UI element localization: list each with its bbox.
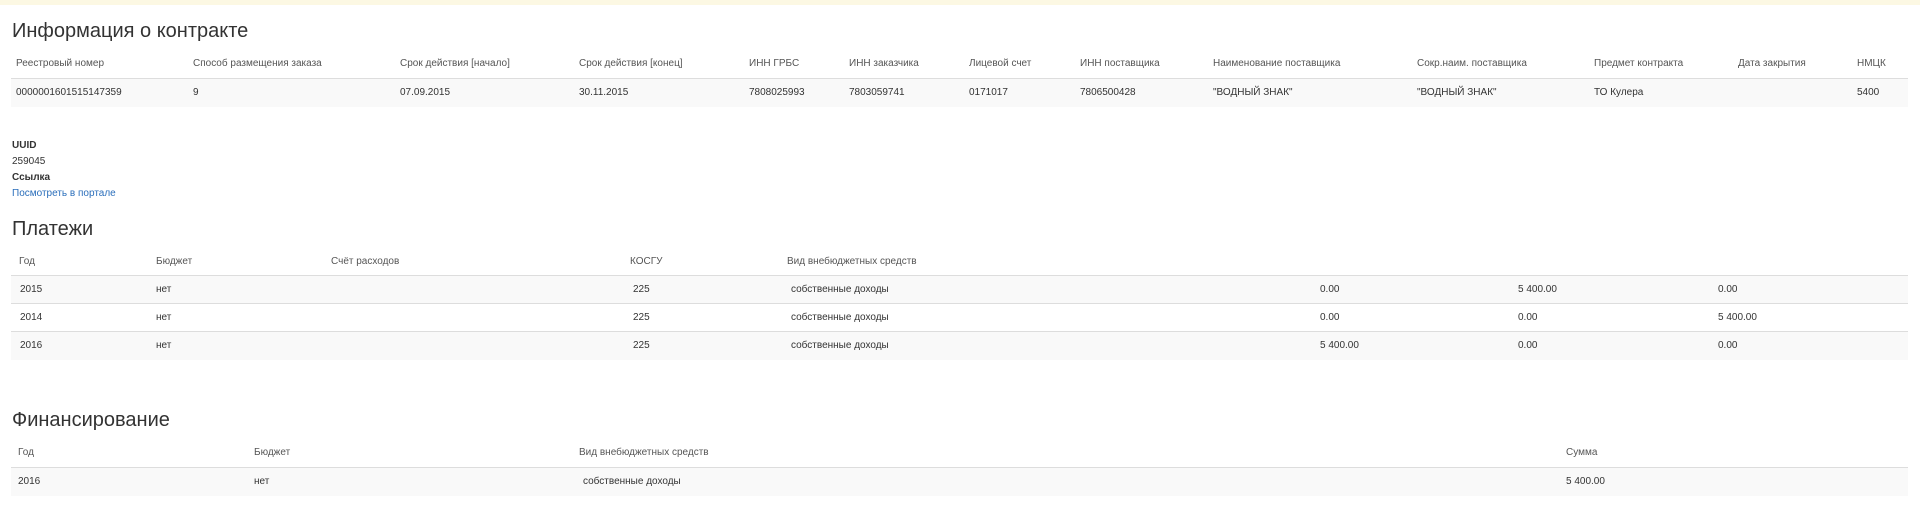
- pay-budget: нет: [156, 340, 172, 351]
- pay-amount-2: 0.00: [1518, 312, 1538, 323]
- supplier-short: "ВОДНЫЙ ЗНАК": [1417, 87, 1497, 98]
- col-expense-account: Счёт расходов: [331, 256, 400, 267]
- pay-amount-2: 0.00: [1518, 340, 1538, 351]
- start-date: 07.09.2015: [400, 87, 451, 98]
- col-kosgu: КОСГУ: [630, 256, 663, 267]
- pay-amount-1: 5 400.00: [1320, 340, 1359, 351]
- col-inn-grbs: ИНН ГРБС: [749, 58, 800, 69]
- pay-budget: нет: [156, 312, 172, 323]
- pay-year: 2015: [20, 284, 43, 295]
- col-year: Год: [18, 447, 34, 458]
- portal-link[interactable]: Посмотреть в портале: [12, 188, 116, 199]
- col-sum: Сумма: [1566, 447, 1598, 458]
- payments-table-header: Год Бюджет Счёт расходов КОСГУ Вид внебю…: [11, 248, 1908, 276]
- pay-amount-3: 0.00: [1718, 340, 1738, 351]
- end-date: 30.11.2015: [579, 87, 629, 98]
- col-subject: Предмет контракта: [1594, 58, 1684, 69]
- pay-amount-3: 0.00: [1718, 284, 1738, 295]
- col-close-date: Дата закрытия: [1738, 58, 1806, 69]
- subject: ТО Кулера: [1594, 87, 1644, 98]
- pay-amount-3: 5 400.00: [1718, 312, 1757, 323]
- supplier-name: "ВОДНЫЙ ЗНАК": [1213, 87, 1293, 98]
- table-row: 2016 нет 225 собственные доходы 5 400.00…: [11, 331, 1908, 360]
- col-inn-customer: ИНН заказчика: [849, 58, 919, 69]
- nmck: 5400: [1857, 87, 1880, 98]
- contract-table-header: Реестровый номер Способ размещения заказ…: [11, 50, 1908, 78]
- col-end-date: Срок действия [конец]: [579, 58, 683, 69]
- inn-supplier: 7806500428: [1080, 87, 1136, 98]
- pay-offbudget-type: собственные доходы: [791, 312, 889, 323]
- col-budget: Бюджет: [254, 447, 291, 458]
- pay-kosgu: 225: [633, 340, 650, 351]
- col-supplier-short: Сокр.наим. поставщика: [1417, 58, 1527, 69]
- pay-offbudget-type: собственные доходы: [791, 340, 889, 351]
- pay-offbudget-type: собственные доходы: [791, 284, 889, 295]
- pay-amount-1: 0.00: [1320, 284, 1340, 295]
- placement-method: 9: [193, 87, 199, 98]
- uuid-value: 259045: [12, 156, 46, 167]
- fin-year: 2016: [18, 476, 41, 487]
- link-label: Ссылка: [12, 172, 51, 183]
- pay-amount-2: 5 400.00: [1518, 284, 1557, 295]
- col-budget: Бюджет: [156, 256, 193, 267]
- col-supplier-name: Наименование поставщика: [1213, 58, 1341, 69]
- col-offbudget-type: Вид внебюджетных средств: [579, 447, 709, 458]
- registry-number: 0000001601515147359: [16, 87, 122, 98]
- pay-year: 2016: [20, 340, 43, 351]
- fin-budget: нет: [254, 476, 270, 487]
- col-start-date: Срок действия [начало]: [400, 58, 510, 69]
- table-row: 2014 нет 225 собственные доходы 0.00 0.0…: [11, 303, 1908, 332]
- table-row: 2016 нет собственные доходы 5 400.00: [11, 467, 1908, 496]
- col-nmck: НМЦК: [1857, 58, 1886, 69]
- contract-table-row: 0000001601515147359 9 07.09.2015 30.11.2…: [11, 78, 1908, 107]
- pay-year: 2014: [20, 312, 43, 323]
- financing-title: Финансирование: [12, 409, 170, 431]
- col-account: Лицевой счет: [969, 58, 1032, 69]
- inn-customer: 7803059741: [849, 87, 905, 98]
- pay-kosgu: 225: [633, 284, 650, 295]
- inn-grbs: 7808025993: [749, 87, 805, 98]
- contract-info-title: Информация о контракте: [12, 20, 249, 42]
- pay-kosgu: 225: [633, 312, 650, 323]
- payments-title: Платежи: [12, 218, 94, 240]
- col-offbudget-type: Вид внебюджетных средств: [787, 256, 917, 267]
- col-registry-number: Реестровый номер: [16, 58, 105, 69]
- account: 0171017: [969, 87, 1008, 98]
- fin-offbudget-type: собственные доходы: [583, 476, 681, 487]
- top-notice-bar: [0, 0, 1920, 5]
- col-placement-method: Способ размещения заказа: [193, 58, 322, 69]
- pay-amount-1: 0.00: [1320, 312, 1340, 323]
- fin-sum: 5 400.00: [1566, 476, 1605, 487]
- pay-budget: нет: [156, 284, 172, 295]
- col-year: Год: [19, 256, 35, 267]
- table-row: 2015 нет 225 собственные доходы 0.00 5 4…: [11, 275, 1908, 304]
- financing-table-header: Год Бюджет Вид внебюджетных средств Сумм…: [11, 439, 1908, 467]
- uuid-label: UUID: [12, 140, 37, 151]
- col-inn-supplier: ИНН поставщика: [1080, 58, 1160, 69]
